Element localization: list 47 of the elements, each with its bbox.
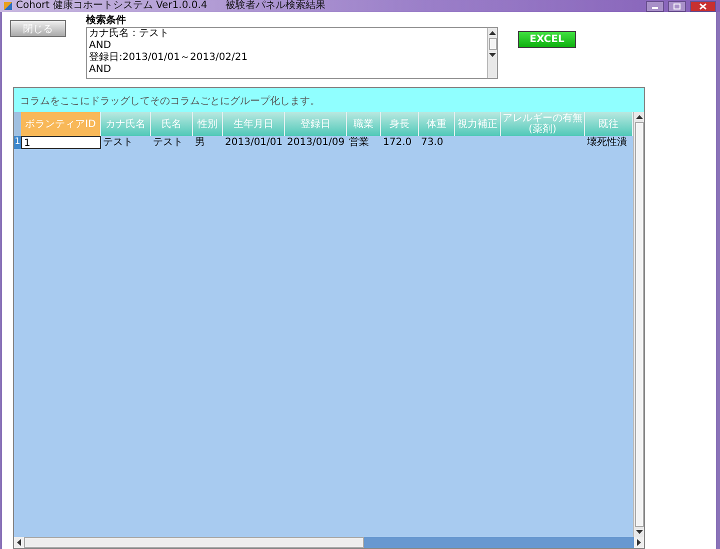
column-header[interactable]: 性別 bbox=[193, 112, 223, 136]
scroll-right-icon[interactable] bbox=[636, 539, 642, 546]
column-header[interactable]: ボランティアID bbox=[21, 112, 101, 136]
close-window-button[interactable] bbox=[690, 0, 716, 12]
column-header[interactable]: アレルギーの有無(薬剤) bbox=[501, 112, 585, 136]
excel-button[interactable]: EXCEL bbox=[518, 31, 576, 48]
column-header[interactable]: 身長 bbox=[381, 112, 419, 136]
minimize-button[interactable] bbox=[646, 0, 664, 12]
vertical-scrollbar[interactable] bbox=[633, 112, 644, 537]
search-conditions-label: 検索条件 bbox=[86, 15, 127, 27]
app-icon bbox=[4, 2, 12, 10]
table-cell: 壊死性潰 bbox=[587, 137, 627, 148]
table-cell: 1 bbox=[24, 138, 30, 149]
row-header[interactable]: 1 bbox=[14, 136, 21, 149]
table-cell: 男 bbox=[195, 137, 205, 148]
maximize-icon bbox=[673, 2, 681, 10]
column-header[interactable]: 視力補正 bbox=[455, 112, 501, 136]
scroll-down-icon[interactable] bbox=[489, 52, 496, 58]
scroll-left-icon[interactable] bbox=[16, 539, 22, 546]
maximize-button[interactable] bbox=[668, 0, 686, 12]
close-icon bbox=[699, 2, 707, 10]
table-cell: テスト bbox=[153, 137, 183, 148]
group-by-hint: コラムをここにドラッグしてそのコラムごとにグループ化します。 bbox=[20, 96, 320, 107]
column-header[interactable]: 登録日 bbox=[285, 112, 347, 136]
table-cell: 172.0 bbox=[383, 137, 412, 148]
table-cell: テスト bbox=[103, 137, 133, 148]
table-cell: 73.0 bbox=[421, 137, 444, 148]
column-header[interactable]: 体重 bbox=[419, 112, 455, 136]
scroll-down-icon[interactable] bbox=[636, 529, 642, 535]
column-header[interactable]: 生年月日 bbox=[223, 112, 285, 136]
column-header[interactable]: 氏名 bbox=[151, 112, 193, 136]
table-cell: 営業 bbox=[349, 137, 369, 148]
vertical-scrollbar[interactable] bbox=[487, 28, 497, 78]
condition-line: AND bbox=[89, 64, 112, 76]
horizontal-scrollbar[interactable] bbox=[14, 537, 644, 548]
condition-line: カナ氏名：テスト bbox=[89, 28, 170, 40]
table-cell: 2013/01/09 bbox=[287, 137, 345, 148]
condition-line: AND bbox=[89, 40, 112, 52]
scroll-up-icon[interactable] bbox=[489, 30, 496, 36]
scroll-up-icon[interactable] bbox=[636, 114, 642, 120]
column-header[interactable]: カナ氏名 bbox=[101, 112, 151, 136]
condition-line: 登録日:2013/01/01～2013/02/21 bbox=[89, 52, 249, 64]
window-subtitle: 被験者パネル検索結果 bbox=[225, 0, 326, 12]
column-header[interactable]: 職業 bbox=[347, 112, 381, 136]
table-cell: 2013/01/01 bbox=[225, 137, 283, 148]
search-conditions-box[interactable]: カナ氏名：テスト AND 登録日:2013/01/01～2013/02/21 AND bbox=[86, 27, 498, 79]
close-button[interactable]: 閉じる bbox=[10, 20, 66, 37]
